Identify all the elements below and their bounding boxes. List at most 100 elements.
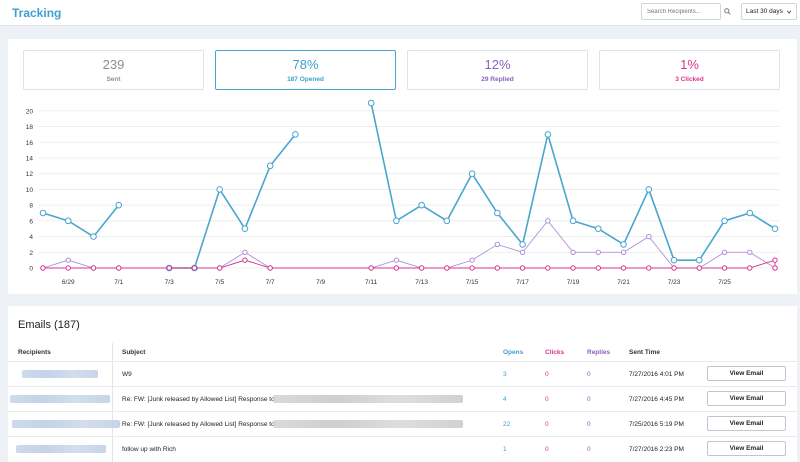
recipient-redacted: [10, 395, 110, 403]
date-range-value: Last 30 days: [746, 8, 783, 15]
sent-time-cell: 7/27/2016 4:01 PM: [629, 371, 684, 378]
data-point: [747, 249, 753, 255]
view-email-button[interactable]: View Email: [707, 416, 786, 431]
data-point: [545, 265, 551, 271]
subject-cell: Re: FW: [Junk released by Allowed List] …: [122, 396, 277, 403]
data-point: [393, 265, 400, 271]
opens-cell: 4: [503, 396, 507, 403]
replies-cell: 0: [587, 446, 591, 453]
data-point: [40, 265, 46, 271]
data-point: [393, 217, 400, 225]
clicks-cell: 0: [545, 421, 549, 428]
search-icon: [724, 8, 731, 15]
data-point: [116, 265, 122, 271]
data-point: [367, 99, 375, 107]
subject-cell: follow up with Rich: [122, 446, 176, 453]
data-point: [90, 265, 97, 271]
data-point: [368, 265, 374, 271]
table-row[interactable]: W9 3 0 0 7/27/2016 4:01 PM View Email: [8, 361, 797, 386]
row-divider: [8, 411, 797, 412]
col-replies[interactable]: Replies: [587, 349, 610, 356]
y-tick-label: 10: [26, 187, 34, 194]
activity-line-chart: 0 2 4 6 8 10 12 14 16 18 20 6/29 7/1 7/3 7/5 7/7 7/9 7/11…: [26, 99, 779, 286]
x-tick-label: 7/1: [114, 279, 123, 286]
date-range-select[interactable]: Last 30 days: [741, 3, 797, 20]
view-email-button[interactable]: View Email: [707, 366, 786, 381]
col-recipients[interactable]: Recipients: [18, 349, 51, 356]
x-tick-label: 7/5: [215, 279, 224, 286]
data-point: [696, 265, 702, 271]
table-row[interactable]: follow up with Rich 1 0 0 7/27/2016 2:23…: [8, 436, 797, 461]
y-tick-label: 16: [26, 140, 34, 147]
data-point: [620, 241, 627, 248]
data-point: [695, 256, 703, 264]
data-point: [191, 265, 198, 271]
data-point: [444, 265, 450, 271]
data-point: [469, 257, 475, 263]
subject-redacted: [273, 395, 463, 403]
y-tick-label: 18: [26, 124, 34, 131]
data-point: [545, 218, 551, 224]
col-subject[interactable]: Subject: [122, 349, 145, 356]
clicks-cell: 0: [545, 446, 549, 453]
data-point: [519, 241, 526, 248]
series-line: [169, 133, 297, 269]
data-point: [721, 217, 728, 225]
y-tick-label: 4: [29, 234, 33, 241]
data-point: [468, 170, 476, 178]
data-point: [721, 265, 728, 271]
data-point: [65, 265, 71, 271]
data-point: [595, 265, 602, 271]
replies-cell: 0: [587, 371, 591, 378]
row-divider: [8, 386, 797, 387]
data-point: [90, 233, 97, 240]
table-row[interactable]: Re: FW: [Junk released by Allowed List] …: [8, 411, 797, 436]
data-point: [39, 209, 47, 217]
data-point: [671, 265, 677, 271]
data-point: [570, 265, 576, 271]
view-email-button[interactable]: View Email: [707, 441, 786, 456]
col-sent-time[interactable]: Sent Time: [629, 349, 660, 356]
x-tick-label: 7/7: [266, 279, 275, 286]
y-tick-label: 2: [29, 250, 33, 257]
data-point: [570, 249, 576, 255]
page-title: Tracking: [12, 6, 62, 20]
recipient-redacted: [12, 420, 120, 428]
clicks-cell: 0: [545, 396, 549, 403]
y-tick-label: 20: [26, 108, 34, 115]
opens-cell: 22: [503, 421, 511, 428]
search-input[interactable]: [641, 3, 721, 20]
row-divider: [8, 436, 797, 437]
x-tick-label: 6/29: [62, 279, 75, 286]
recipient-redacted: [16, 445, 106, 453]
data-point: [65, 257, 71, 263]
col-clicks[interactable]: Clicks: [545, 349, 564, 356]
data-point: [393, 257, 400, 263]
data-point: [115, 201, 123, 209]
data-point: [494, 209, 501, 217]
sent-time-cell: 7/25/2016 5:19 PM: [629, 421, 684, 428]
data-point: [267, 265, 273, 271]
row-divider: [8, 361, 797, 362]
emails-panel: Emails (187) Recipients Subject Opens Cl…: [8, 306, 797, 462]
data-point: [544, 131, 552, 138]
top-bar: Tracking Last 30 days: [0, 0, 800, 26]
data-point: [772, 265, 778, 271]
data-point: [620, 265, 627, 271]
sent-time-cell: 7/27/2016 2:23 PM: [629, 446, 684, 453]
opens-cell: 3: [503, 371, 507, 378]
col-opens[interactable]: Opens: [503, 349, 523, 356]
clicks-cell: 0: [545, 371, 549, 378]
data-point: [595, 249, 602, 255]
table-row[interactable]: Re: FW: [Junk released by Allowed List] …: [8, 386, 797, 411]
data-point: [216, 265, 223, 271]
replies-cell: 0: [587, 421, 591, 428]
data-point: [519, 249, 526, 255]
search-button[interactable]: [721, 3, 735, 20]
data-point: [242, 257, 248, 263]
view-email-button[interactable]: View Email: [707, 391, 786, 406]
y-tick-label: 6: [29, 218, 33, 225]
data-point: [494, 265, 501, 271]
sent-time-cell: 7/27/2016 4:45 PM: [629, 396, 684, 403]
data-point: [569, 217, 577, 225]
